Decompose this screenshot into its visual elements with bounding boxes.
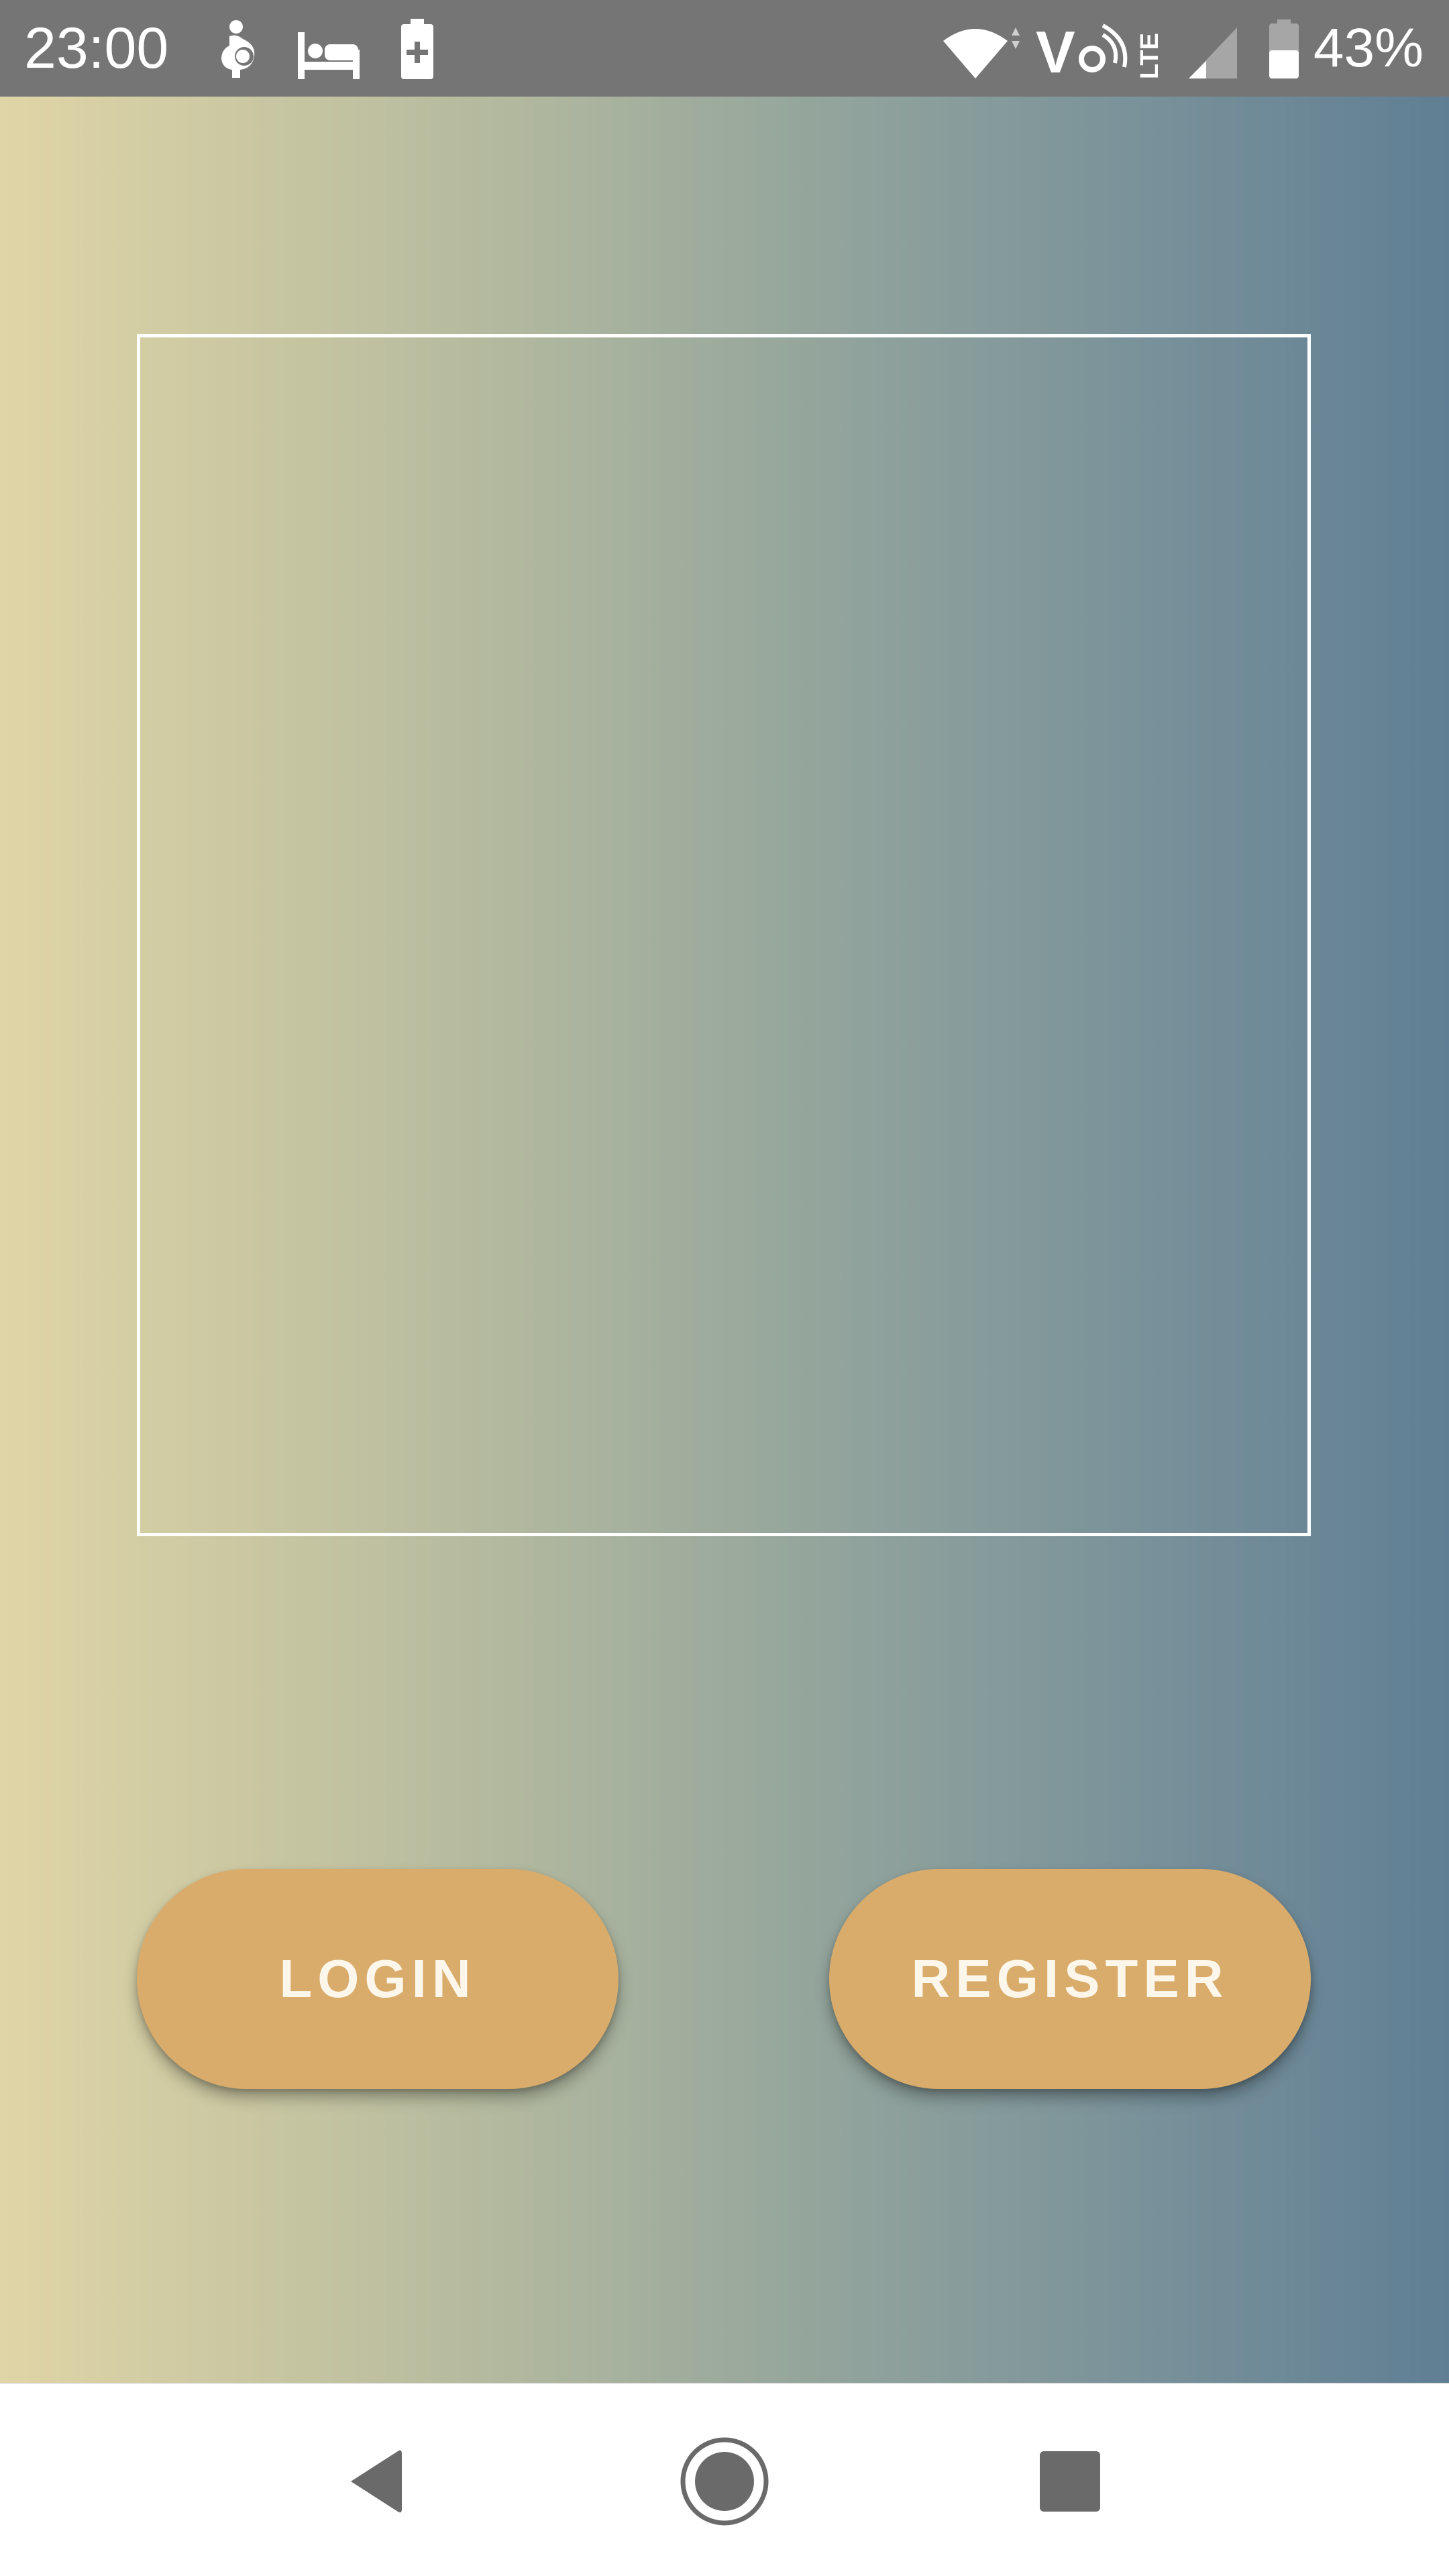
back-button[interactable]	[312, 2418, 439, 2545]
home-icon	[680, 2437, 769, 2526]
battery-saver-icon	[401, 19, 433, 79]
svg-text:LTE: LTE	[1136, 33, 1162, 79]
volte-icon: V	[1036, 20, 1128, 80]
register-button[interactable]: REGISTER	[829, 1869, 1311, 2089]
battery-percent: 43%	[1313, 17, 1424, 78]
svg-text:V: V	[1036, 20, 1075, 80]
bed-icon	[298, 32, 360, 79]
recents-icon	[1040, 2451, 1100, 2512]
pregnant-person-icon	[221, 20, 255, 78]
navigation-bar	[0, 2383, 1449, 2576]
status-bar: 23:00 V LTE 43%	[0, 0, 1449, 97]
status-time: 23:00	[24, 16, 169, 80]
home-button[interactable]	[661, 2418, 788, 2545]
image-placeholder-frame	[137, 334, 1311, 1536]
login-button[interactable]: LOGIN	[137, 1869, 619, 2089]
wifi-icon	[943, 28, 1020, 78]
battery-icon	[1269, 19, 1299, 78]
back-icon	[351, 2450, 402, 2513]
cell-signal-icon	[1189, 28, 1237, 78]
lte-icon: LTE	[1136, 33, 1162, 79]
recents-button[interactable]	[1006, 2418, 1134, 2545]
app-content: LOGIN REGISTER	[0, 97, 1449, 2383]
